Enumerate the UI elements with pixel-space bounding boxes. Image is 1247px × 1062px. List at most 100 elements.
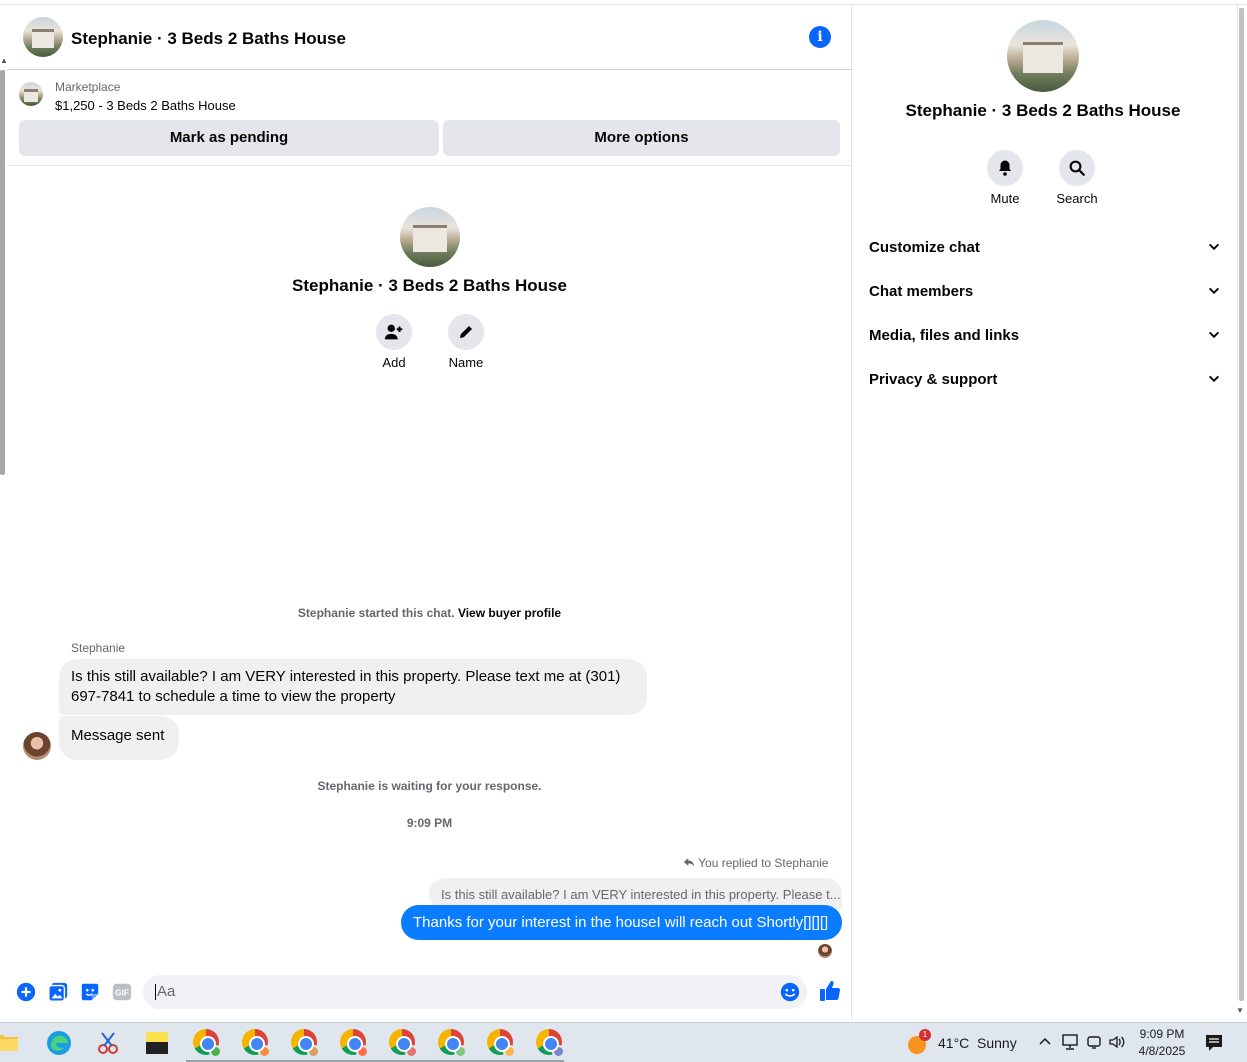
search-button[interactable]	[1059, 150, 1095, 186]
chevron-down-icon	[1208, 287, 1220, 295]
reply-note: You replied to Stephanie	[683, 856, 828, 870]
message-line: 697-7841 to schedule a time to view the …	[71, 688, 396, 705]
sender-name: Stephanie	[71, 641, 126, 655]
bell-icon	[999, 160, 1011, 176]
message-line: Is this still available? I am VERY inter…	[71, 668, 621, 685]
conversation-avatar[interactable]	[23, 17, 63, 57]
marketplace-label: Marketplace	[55, 80, 121, 94]
volume-icon[interactable]	[1108, 1034, 1126, 1055]
waiting-notice: Stephanie is waiting for your response.	[317, 779, 542, 793]
sticker-icon	[81, 983, 99, 1001]
divider	[7, 165, 852, 166]
chrome-profile-7-icon[interactable]	[487, 1029, 516, 1058]
section-customize-chat[interactable]: Customize chat	[869, 227, 1221, 267]
incoming-message[interactable]: Message sent	[59, 716, 179, 760]
reply-note-text: You replied to Stephanie	[698, 856, 829, 870]
section-media-files-links[interactable]: Media, files and links	[869, 315, 1221, 355]
chrome-profile-2-icon[interactable]	[242, 1029, 271, 1058]
clock-time: 9:09 PM	[1139, 1027, 1185, 1041]
file-explorer-icon[interactable]	[0, 1031, 18, 1053]
emoji-button[interactable]	[779, 981, 801, 1008]
chrome-profile-5-icon[interactable]	[389, 1029, 418, 1058]
network-icon[interactable]	[1061, 1034, 1079, 1055]
listing-thumbnail[interactable]	[19, 82, 43, 106]
incoming-message[interactable]: Is this still available? I am VERY inter…	[59, 659, 647, 715]
details-name: Stephanie · 3 Beds 2 Baths House	[905, 101, 1181, 120]
sticker-button[interactable]	[79, 981, 101, 1008]
device-icon[interactable]	[1086, 1034, 1102, 1055]
sender-avatar[interactable]	[23, 732, 51, 760]
message-input[interactable]: Aa	[143, 975, 807, 1009]
attach-photo-button[interactable]	[47, 981, 69, 1008]
section-label: Chat members	[869, 282, 974, 300]
intro-name: Stephanie · 3 Beds 2 Baths House	[292, 276, 567, 295]
notification-icon	[1206, 1035, 1222, 1051]
chevron-down-icon	[1208, 375, 1220, 383]
search-icon	[1069, 160, 1085, 176]
weather-badge: 1	[919, 1029, 931, 1041]
more-options-button[interactable]: More options	[443, 120, 840, 156]
clock[interactable]: 9:09 PM 4/8/2025	[1137, 1027, 1187, 1058]
more-actions-button[interactable]	[15, 981, 37, 1008]
message-timestamp: 9:09 PM	[406, 816, 453, 830]
read-receipt-avatar	[818, 944, 832, 958]
section-chat-members[interactable]: Chat members	[869, 271, 1221, 311]
conversation-title[interactable]: Stephanie · 3 Beds 2 Baths House	[71, 29, 346, 49]
listing-title[interactable]: $1,250 - 3 Beds 2 Baths House	[55, 98, 236, 113]
left-scrollbar[interactable]	[0, 70, 5, 475]
notifications-button[interactable]	[1205, 1034, 1223, 1057]
chat-started-text: Stephanie started this chat.	[297, 606, 455, 620]
search-label: Search	[1056, 191, 1098, 206]
details-avatar[interactable]	[1007, 20, 1079, 92]
chrome-profile-3-icon[interactable]	[291, 1029, 320, 1058]
section-label: Privacy & support	[869, 370, 998, 388]
chrome-profile-4-icon[interactable]	[340, 1029, 369, 1058]
gif-button[interactable]: GIF	[111, 981, 133, 1008]
details-panel: Stephanie · 3 Beds 2 Baths House Mute Se…	[853, 5, 1233, 1020]
pencil-icon	[460, 326, 472, 338]
chrome-profile-8-icon[interactable]	[536, 1029, 565, 1058]
message-input-placeholder: Aa	[157, 983, 176, 1000]
conversation-header: Stephanie · 3 Beds 2 Baths House i	[7, 5, 852, 70]
chrome-profile-6-icon[interactable]	[438, 1029, 467, 1058]
add-person-icon	[384, 324, 403, 340]
section-privacy-support[interactable]: Privacy & support	[869, 359, 1221, 399]
conversation-panel: Stephanie · 3 Beds 2 Baths House i Marke…	[7, 5, 852, 1020]
name-button[interactable]	[448, 314, 484, 350]
add-people-button[interactable]	[376, 314, 412, 350]
outgoing-message[interactable]: Thanks for your interest in the houseI w…	[401, 905, 842, 940]
snipping-tool-icon[interactable]	[94, 1029, 122, 1057]
sticky-notes-icon[interactable]	[143, 1029, 171, 1057]
weather-description[interactable]: Sunny	[977, 1035, 1017, 1051]
reply-arrow-icon	[683, 858, 695, 867]
chevron-down-icon	[1208, 243, 1220, 251]
chat-started-notice: Stephanie started this chat. View buyer …	[7, 606, 852, 620]
intro-avatar[interactable]	[400, 207, 460, 267]
smiley-icon	[780, 982, 800, 1002]
chrome-profile-1-icon[interactable]	[193, 1029, 222, 1058]
chevron-up-icon	[1039, 1037, 1051, 1045]
name-label: Name	[448, 355, 484, 370]
edge-icon[interactable]	[45, 1029, 73, 1057]
mute-button[interactable]	[987, 150, 1023, 186]
weather-temperature[interactable]: 41°C	[938, 1035, 969, 1051]
mute-label: Mute	[990, 191, 1020, 206]
mark-as-pending-button[interactable]: Mark as pending	[19, 120, 439, 156]
chevron-down-icon	[1208, 331, 1220, 339]
add-label: Add	[382, 355, 406, 370]
svg-text:GIF: GIF	[115, 989, 129, 998]
gif-icon: GIF	[112, 983, 132, 1001]
scroll-down-arrow-icon[interactable]: ▼	[1236, 1006, 1244, 1015]
text-caret	[155, 984, 156, 1001]
clock-date: 4/8/2025	[1138, 1044, 1186, 1058]
right-scrollbar[interactable]	[1239, 8, 1244, 1001]
info-icon[interactable]: i	[809, 26, 831, 48]
thumbs-up-icon	[820, 981, 841, 1001]
view-buyer-profile-link[interactable]: View buyer profile	[458, 606, 561, 620]
photo-icon	[48, 982, 68, 1002]
like-button[interactable]	[818, 979, 842, 1008]
plus-circle-icon	[16, 982, 36, 1002]
show-hidden-icons-button[interactable]	[1038, 1034, 1052, 1053]
weather-widget[interactable]: 1	[907, 1029, 931, 1055]
section-label: Customize chat	[869, 238, 980, 256]
